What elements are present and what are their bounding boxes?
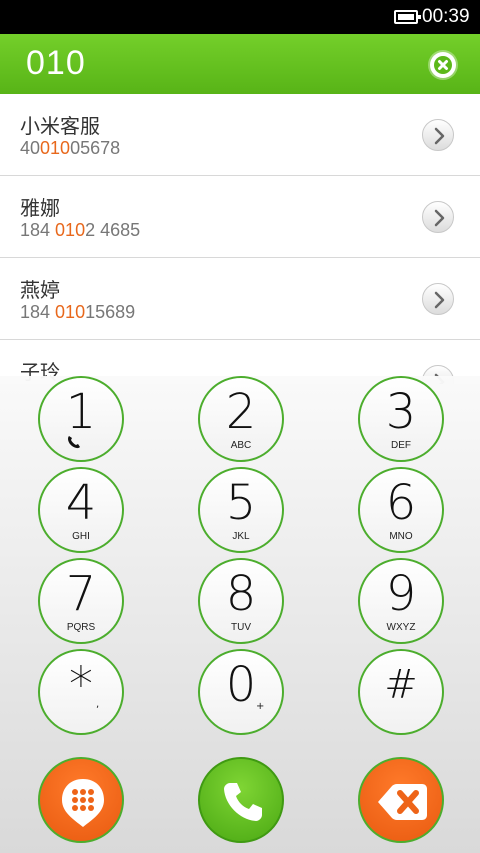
key-digit: # [384, 662, 418, 708]
phone-suffix: 05678 [70, 138, 121, 158]
battery-full-icon [394, 10, 421, 24]
key-digit: 3 [385, 384, 417, 440]
contact-match-list[interactable]: 小米客服 4001005678 雅娜 184 0102 4685 燕婷 184 … [0, 94, 480, 384]
key-letters: DEF [391, 440, 411, 451]
key-6[interactable]: 6 MNO [358, 467, 444, 553]
contact-row[interactable]: 雅娜 184 0102 4685 [0, 176, 480, 258]
key-digit: 1 [65, 384, 97, 440]
key-digit: 9 [385, 566, 417, 622]
phone-prefix: 40 [20, 138, 41, 158]
contact-phone: 4001005678 [20, 138, 120, 159]
contact-name: 燕婷 [20, 278, 60, 302]
contact-name: 小米客服 [20, 114, 100, 138]
key-3[interactable]: 3 DEF [358, 376, 444, 462]
key-letters: ABC [230, 440, 252, 451]
contact-name: 雅娜 [20, 196, 60, 220]
status-bar: 00:39 [0, 0, 480, 34]
key-1[interactable]: 1 [38, 376, 124, 462]
dial-pad: 1 2 ABC 3 DEF 4 GHI 5 JKL 6 MNO 7 PQRS 8… [0, 376, 480, 853]
key-star[interactable]: * , [38, 649, 124, 735]
chevron-right-icon[interactable] [422, 283, 454, 315]
key-digit: 4 [65, 475, 97, 531]
key-digit: 8 [225, 566, 257, 622]
key-letters: , [96, 699, 100, 710]
clear-circle-icon[interactable] [430, 52, 456, 78]
key-digit: 2 [225, 384, 257, 440]
contact-row[interactable]: 燕婷 184 01015689 [0, 258, 480, 340]
key-digit: 7 [65, 566, 97, 622]
phone-prefix: 184 [20, 220, 56, 240]
contact-row[interactable]: 小米客服 4001005678 [0, 94, 480, 176]
phone-match: 010 [40, 138, 71, 158]
status-time: 00:39 [422, 6, 470, 27]
key-digit: 0 [225, 657, 257, 713]
key-letters: JKL [232, 531, 250, 542]
key-letters: WXYZ [386, 622, 416, 633]
key-digit: 5 [225, 475, 257, 531]
contact-phone: 184 01015689 [20, 302, 135, 323]
key-4[interactable]: 4 GHI [38, 467, 124, 553]
key-digit: * [69, 657, 93, 713]
keypad-toggle-button[interactable] [38, 757, 124, 843]
key-0[interactable]: 0 + [198, 649, 284, 735]
dialed-number-bar: 010 [0, 34, 480, 94]
key-5[interactable]: 5 JKL [198, 467, 284, 553]
voicemail-icon [66, 434, 82, 453]
chevron-right-icon[interactable] [422, 201, 454, 233]
key-letters: PQRS [66, 622, 96, 633]
phone-prefix: 184 [20, 302, 56, 322]
call-button[interactable] [198, 757, 284, 843]
key-letters: GHI [72, 531, 90, 542]
key-letters: MNO [389, 531, 413, 542]
key-digit: 6 [385, 475, 417, 531]
key-2[interactable]: 2 ABC [198, 376, 284, 462]
key-letters: TUV [231, 622, 251, 633]
phone-match: 010 [55, 220, 86, 240]
backspace-icon [378, 784, 427, 820]
phone-suffix: 2 4685 [85, 220, 141, 240]
keypad-dots-icon [62, 779, 104, 827]
contact-phone: 184 0102 4685 [20, 220, 140, 241]
chevron-right-icon[interactable] [422, 119, 454, 151]
dialed-number: 010 [26, 44, 86, 82]
key-letters: + [256, 701, 265, 712]
key-hash[interactable]: # [358, 649, 444, 735]
key-8[interactable]: 8 TUV [198, 558, 284, 644]
phone-suffix: 15689 [85, 302, 136, 322]
key-7[interactable]: 7 PQRS [38, 558, 124, 644]
phone-match: 010 [55, 302, 86, 322]
key-9[interactable]: 9 WXYZ [358, 558, 444, 644]
backspace-button[interactable] [358, 757, 444, 843]
phone-handset-icon [224, 783, 262, 821]
